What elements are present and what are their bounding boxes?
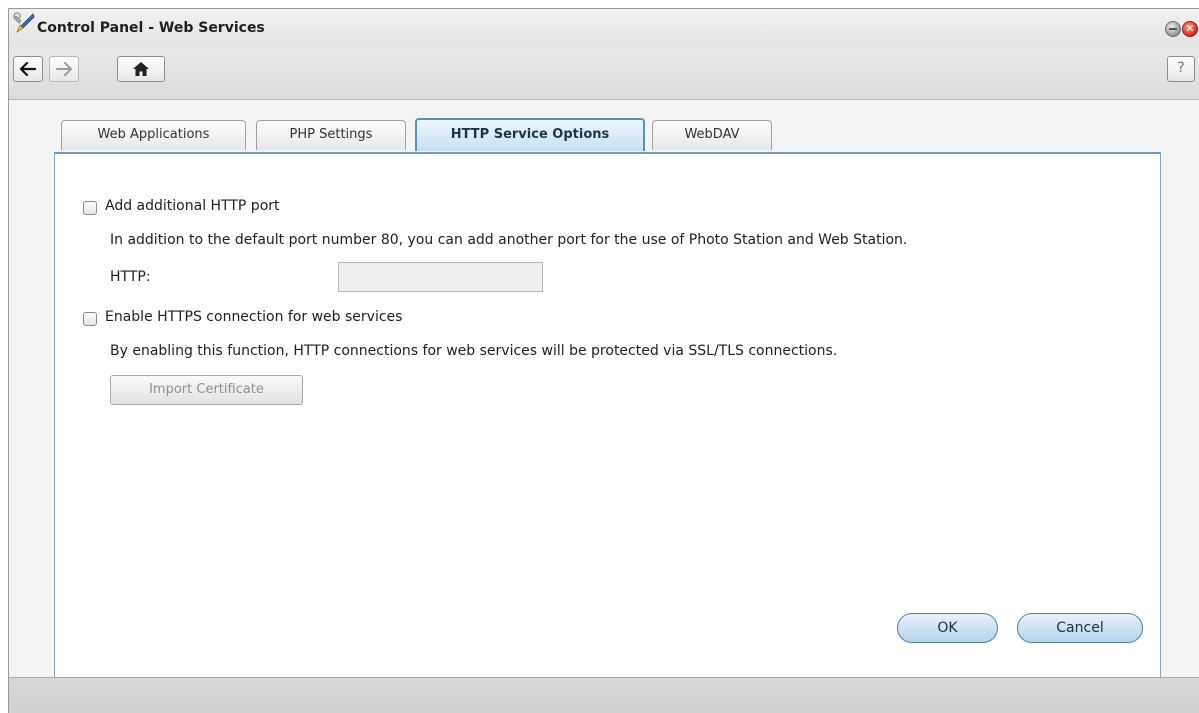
home-icon: [133, 62, 149, 76]
add-http-port-label[interactable]: Add additional HTTP port: [105, 198, 280, 214]
https-description: By enabling this function, HTTP connecti…: [110, 343, 838, 359]
toolbar: ?: [9, 47, 1199, 100]
help-button[interactable]: ?: [1167, 56, 1195, 82]
enable-https-checkbox[interactable]: [83, 312, 97, 326]
forward-arrow-icon: [56, 62, 72, 76]
help-icon: ?: [1177, 60, 1185, 76]
close-icon[interactable]: ✕: [1182, 21, 1198, 37]
http-port-input[interactable]: [338, 262, 543, 292]
tab-panel: Add additional HTTP port In addition to …: [54, 152, 1161, 687]
home-button[interactable]: [117, 56, 165, 82]
add-http-port-checkbox[interactable]: [83, 201, 97, 215]
http-port-description: In addition to the default port number 8…: [110, 232, 908, 248]
tab-web-applications[interactable]: Web Applications: [61, 120, 246, 150]
tab-http-service-options[interactable]: HTTP Service Options: [415, 118, 645, 151]
control-panel-window: Control Panel - Web Services ✕ ? Web App…: [8, 8, 1199, 713]
back-button[interactable]: [13, 56, 43, 82]
window-title: Control Panel - Web Services: [37, 20, 265, 36]
tab-webdav[interactable]: WebDAV: [652, 120, 772, 150]
control-panel-tools-icon: [13, 12, 35, 33]
cancel-button[interactable]: Cancel: [1017, 613, 1143, 643]
ok-button[interactable]: OK: [897, 613, 998, 643]
forward-button[interactable]: [49, 56, 79, 82]
minimize-icon[interactable]: [1165, 21, 1181, 37]
tab-php-settings[interactable]: PHP Settings: [256, 120, 406, 150]
back-arrow-icon: [19, 61, 37, 77]
title-bar[interactable]: Control Panel - Web Services ✕: [9, 9, 1199, 47]
enable-https-label[interactable]: Enable HTTPS connection for web services: [105, 309, 402, 325]
status-bar: [9, 677, 1199, 713]
http-field-label: HTTP:: [110, 269, 151, 285]
import-certificate-button[interactable]: Import Certificate: [110, 375, 303, 405]
content-area: Web Applications PHP Settings HTTP Servi…: [9, 100, 1199, 687]
